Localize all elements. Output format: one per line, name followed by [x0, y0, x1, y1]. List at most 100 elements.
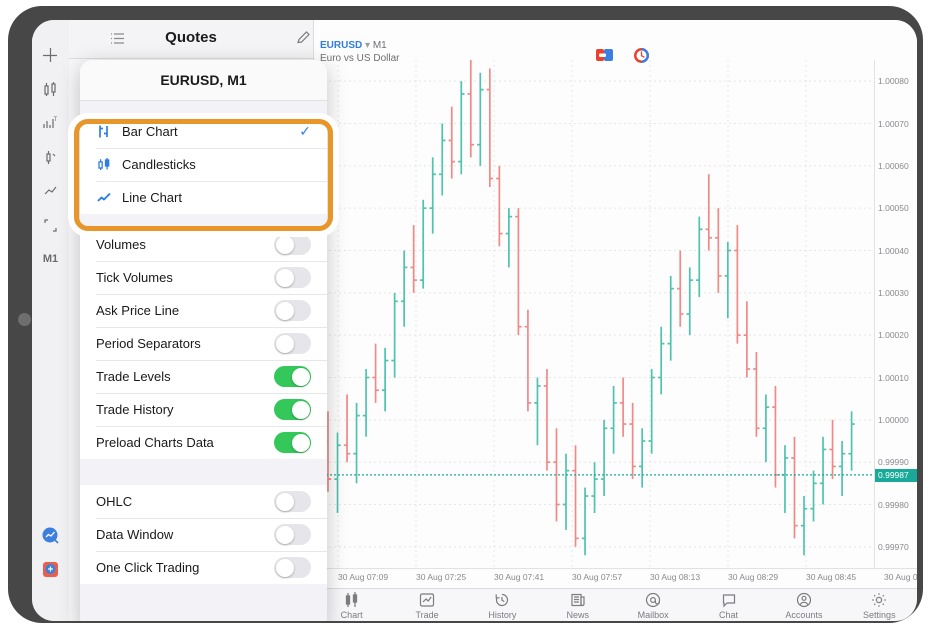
toggle[interactable]	[274, 300, 311, 321]
menu-label: Bar Chart	[122, 124, 178, 139]
toggle[interactable]	[274, 366, 311, 387]
tab-label: Trade	[415, 610, 439, 620]
quotes-title: Quotes	[165, 29, 217, 46]
tab-label: History	[488, 610, 517, 620]
device-bezel: T M1 Quotes EURUSD ▾ M1 Euro vs US Dolla…	[8, 6, 923, 623]
symbol-text: EURUSD	[320, 40, 363, 51]
option-label: Trade Levels	[96, 369, 171, 384]
line-chart-icon	[96, 190, 122, 205]
popover-title: EURUSD, M1	[160, 72, 247, 88]
time-tick-label: 30 Aug 08:45	[806, 572, 857, 582]
price-tick-label: 0.99980	[878, 499, 909, 510]
options-group-1: Volumes Tick Volumes Ask Price Line Peri…	[80, 228, 327, 459]
indicators-tool-icon[interactable]: T	[32, 106, 69, 140]
popover-header: EURUSD, M1	[80, 60, 327, 101]
option-label: Tick Volumes	[96, 270, 173, 285]
tab-news[interactable]: News	[540, 589, 615, 621]
time-tick-label: 30 Aug 07:57	[572, 572, 623, 582]
price-tick-label: 1.00070	[878, 118, 909, 129]
tab-chat[interactable]: Chat	[691, 589, 766, 621]
option-preload-charts-data[interactable]: Preload Charts Data	[80, 426, 327, 459]
objects-tool-icon[interactable]	[32, 140, 69, 174]
tab-history[interactable]: History	[465, 589, 540, 621]
price-tick-label: 1.00040	[878, 245, 909, 256]
toggle[interactable]	[274, 432, 311, 453]
option-label: Data Window	[96, 527, 174, 542]
option-tick-volumes[interactable]: Tick Volumes	[80, 261, 327, 294]
option-one-click-trading[interactable]: One Click Trading	[80, 551, 327, 584]
tab-trade[interactable]: Trade	[389, 589, 464, 621]
option-ohlc[interactable]: OHLC	[80, 485, 327, 518]
camera-dot	[18, 313, 31, 326]
tab-accounts[interactable]: Accounts	[766, 589, 841, 621]
option-ask-price-line[interactable]: Ask Price Line	[80, 294, 327, 327]
time-tick-label: 30 Aug 07:25	[416, 572, 467, 582]
quotes-header-bar: Quotes	[69, 20, 313, 59]
timeframe-text: M1	[372, 40, 387, 51]
drawing-tool-icon[interactable]	[32, 174, 69, 208]
signals-tool-icon[interactable]	[32, 518, 69, 552]
crosshair-tool-icon[interactable]	[32, 38, 69, 72]
tab-label: Chart	[340, 610, 363, 620]
toggle[interactable]	[274, 557, 311, 578]
chart-type-tool-icon[interactable]	[32, 72, 69, 106]
option-label: Preload Charts Data	[96, 435, 214, 450]
tab-label: Mailbox	[637, 610, 669, 620]
toggle[interactable]	[274, 491, 311, 512]
menu-label: Candlesticks	[122, 157, 196, 172]
menu-item-line-chart[interactable]: Line Chart	[80, 181, 327, 214]
option-trade-levels[interactable]: Trade Levels	[80, 360, 327, 393]
candlesticks-icon	[96, 157, 122, 172]
time-tick-label: 30 Aug 07:09	[338, 572, 389, 582]
tab-label: Accounts	[785, 610, 823, 620]
menu-item-bar-chart[interactable]: Bar Chart ✓	[80, 115, 327, 148]
toggle[interactable]	[274, 524, 311, 545]
option-volumes[interactable]: Volumes	[80, 228, 327, 261]
timeframe-tool[interactable]: M1	[32, 242, 69, 276]
checkmark-icon: ✓	[299, 123, 311, 139]
time-tick-label: 30 Aug 09:01	[884, 572, 917, 582]
price-tick-label: 0.99970	[878, 541, 909, 552]
tab-mailbox[interactable]: Mailbox	[616, 589, 691, 621]
chart-header: EURUSD ▾ M1 Euro vs US Dollar	[314, 20, 917, 64]
popover-gap-3	[80, 459, 327, 485]
toggle[interactable]	[274, 399, 311, 420]
price-axis[interactable]: 1.00080 1.00070 1.00060 1.00050 1.00040 1.000…	[874, 60, 917, 568]
price-tick-label: 1.00000	[878, 414, 909, 425]
price-tick-label: 1.00010	[878, 372, 909, 383]
bottom-tab-bar[interactable]: Chart Trade History News Mailbox Chat Ac…	[314, 588, 917, 621]
toggle[interactable]	[274, 234, 311, 255]
option-label: Ask Price Line	[96, 303, 180, 318]
chart-plot-area[interactable]	[314, 60, 874, 568]
svg-text:T: T	[54, 117, 58, 123]
tab-label: Chat	[719, 610, 739, 620]
bid-price-badge: 0.99987	[875, 468, 917, 482]
toggle[interactable]	[274, 333, 311, 354]
chevron-down-icon: ▾	[365, 40, 371, 51]
edit-pencil-icon[interactable]	[296, 30, 311, 50]
tab-settings[interactable]: Settings	[842, 589, 917, 621]
menu-label: Line Chart	[122, 190, 182, 205]
popover-gap-2	[80, 214, 327, 228]
fullscreen-tool-icon[interactable]	[32, 208, 69, 242]
time-tick-label: 30 Aug 08:29	[728, 572, 779, 582]
option-period-separators[interactable]: Period Separators	[80, 327, 327, 360]
chart-svg	[314, 60, 874, 568]
tab-label: Settings	[863, 610, 896, 620]
toggle[interactable]	[274, 267, 311, 288]
menu-item-candlesticks[interactable]: Candlesticks	[80, 148, 327, 181]
option-label: Volumes	[96, 237, 146, 252]
time-tick-label: 30 Aug 08:13	[650, 572, 701, 582]
left-toolbar: T M1	[32, 20, 70, 621]
time-axis[interactable]: 30 Aug 07:09 30 Aug 07:25 30 Aug 07:41 30 A…	[314, 568, 917, 589]
chart-panel[interactable]: EURUSD ▾ M1 Euro vs US Dollar 1.00080 1.0…	[314, 20, 917, 589]
chart-symbol-label[interactable]: EURUSD ▾ M1	[320, 40, 387, 51]
chart-type-group: Bar Chart ✓ Candlesticks Line Chart	[80, 115, 327, 214]
option-trade-history[interactable]: Trade History	[80, 393, 327, 426]
add-symbol-icon[interactable]	[32, 552, 69, 586]
chart-settings-popover[interactable]: EURUSD, M1 Bar Chart ✓ Candlesticks Line…	[80, 60, 327, 621]
option-data-window[interactable]: Data Window	[80, 518, 327, 551]
option-label: Trade History	[96, 402, 174, 417]
timeframe-label: M1	[42, 253, 59, 265]
price-tick-label: 1.00080	[878, 76, 909, 87]
